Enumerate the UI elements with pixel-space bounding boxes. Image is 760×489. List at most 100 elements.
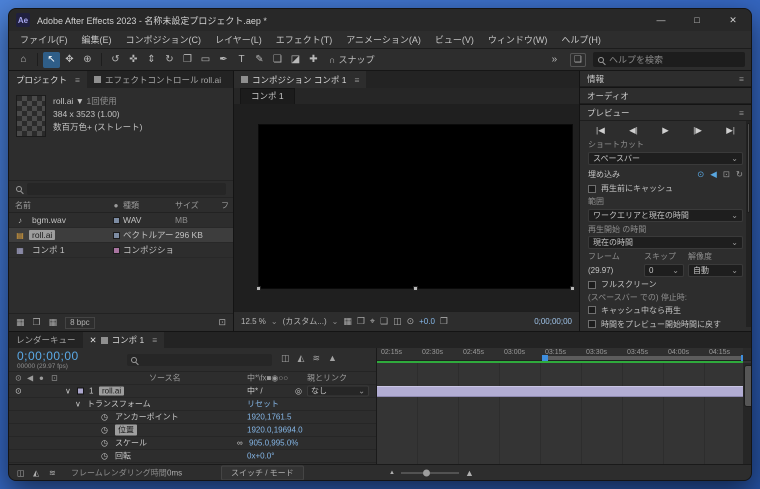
work-area-bar[interactable] [542, 355, 747, 361]
layer-row[interactable]: ⊙ ∨ 1 roll.ai 中* / ◎ なし ⌄ [9, 385, 376, 398]
puppet-pin-tool-icon[interactable]: ✚ [305, 52, 322, 68]
transform-group-row[interactable]: ∨ トランスフォーム リセット [9, 398, 376, 411]
parent-select[interactable]: なし ⌄ [307, 385, 369, 397]
stopwatch-icon[interactable]: ◷ [101, 452, 108, 461]
exposure-icon[interactable]: ⊙ [407, 316, 415, 327]
pan-camera-tool-icon[interactable]: ✜ [125, 52, 142, 68]
new-folder-icon[interactable]: ❐ [33, 317, 41, 328]
new-composition-icon[interactable]: ▦ [49, 317, 58, 328]
transparency-grid-icon[interactable]: ▦ [343, 316, 352, 327]
mask-visibility-icon[interactable]: ⌖ [370, 316, 375, 327]
pan-behind-tool-icon[interactable]: ❐ [179, 52, 196, 68]
viewer-timecode[interactable]: 0;00;00;00 [534, 317, 572, 326]
workspace-icon[interactable]: ❏ [569, 52, 586, 67]
position-label[interactable]: 位置 [115, 424, 137, 436]
anchor-point-label[interactable]: アンカーポイント [115, 412, 179, 423]
close-button[interactable]: ✕ [715, 9, 751, 31]
table-row[interactable]: ▦ コンポ 1 コンポジション [9, 243, 233, 258]
column-type[interactable]: 種類 [123, 200, 175, 211]
rotation-value[interactable]: 0x+0.0° [247, 452, 274, 461]
label-swatch[interactable] [112, 231, 120, 239]
exposure-value[interactable]: +0.0 [419, 317, 435, 326]
property-row-position[interactable]: ◷ 位置 1920.0,19694.0 [9, 424, 376, 437]
timeline-graph-area[interactable]: 02:15s 02:30s 02:45s 03:00s 03:15s 03:30… [377, 348, 751, 464]
panel-menu-icon[interactable]: ≡ [354, 75, 359, 85]
selection-handle[interactable] [570, 286, 575, 291]
selection-tool-icon[interactable]: ↖ [43, 51, 60, 68]
menu-window[interactable]: ウィンドウ(W) [481, 33, 555, 46]
snapshot-icon[interactable]: ❐ [440, 316, 448, 327]
layer-switches[interactable]: 中* / [247, 386, 263, 397]
current-time-display[interactable]: 0;00;00;00 [17, 349, 79, 363]
column-size[interactable]: サイズ [175, 200, 221, 211]
menu-composition[interactable]: コンポジション(C) [119, 33, 209, 46]
table-row-selected[interactable]: ▤ roll.ai ベクトルアート 296 KB [9, 228, 233, 243]
column-framerate[interactable]: フ [221, 200, 233, 211]
pen-tool-icon[interactable]: ✒ [215, 52, 232, 68]
first-frame-button[interactable]: |◀ [596, 125, 605, 136]
panel-menu-icon[interactable]: ≡ [75, 75, 80, 85]
panel-menu-icon[interactable]: ≡ [739, 108, 744, 118]
view-preset-value[interactable]: (カスタム...) [283, 316, 327, 327]
source-name-column[interactable]: ソース名 [149, 373, 181, 384]
tab-composition[interactable]: コンポジション コンポ 1 ≡ [234, 71, 367, 88]
menu-edit[interactable]: 編集(E) [75, 33, 119, 46]
shape-tool-icon[interactable]: ▭ [197, 52, 214, 68]
selection-handle[interactable] [412, 286, 418, 291]
tab-close-icon[interactable]: ✕ [90, 335, 97, 346]
scale-label[interactable]: スケール [115, 438, 147, 449]
shortcut-select[interactable]: スペースバー ⌄ [588, 152, 743, 166]
hand-tool-icon[interactable]: ✥ [61, 52, 78, 68]
info-panel-header[interactable]: 情報 ≡ [580, 71, 751, 87]
include-overlays-icon[interactable]: ⊡ [723, 169, 730, 180]
column-label[interactable]: ● [109, 201, 123, 210]
maximize-button[interactable]: □ [679, 9, 715, 31]
interpret-footage-icon[interactable]: ▦ [16, 317, 25, 328]
multi-view-icon[interactable]: ◫ [393, 316, 402, 327]
tab-effect-controls[interactable]: エフェクトコントロール roll.ai [87, 71, 228, 88]
play-button[interactable]: ▶ [662, 125, 669, 136]
stopwatch-icon[interactable]: ◷ [101, 439, 108, 448]
expand-layer-switches-icon[interactable]: ◫ [17, 468, 25, 477]
tab-project[interactable]: プロジェクト ≡ [9, 71, 87, 88]
switches-modes-button[interactable]: スイッチ / モード [221, 465, 304, 480]
motion-blur-icon[interactable]: ≋ [312, 353, 320, 364]
eraser-tool-icon[interactable]: ◪ [287, 52, 304, 68]
include-audio-icon[interactable]: ◀ [710, 169, 717, 180]
clone-stamp-tool-icon[interactable]: ❏ [269, 52, 286, 68]
property-row-rotation[interactable]: ◷ 回転 0x+0.0° [9, 450, 376, 463]
reset-link[interactable]: リセット [247, 399, 279, 410]
composition-mini-flowchart-icon[interactable]: ◫ [281, 353, 290, 364]
expand-in-out-icon[interactable]: ≋ [49, 468, 56, 477]
link-dimensions-icon[interactable]: ∞ [237, 439, 243, 448]
label-swatch[interactable] [112, 246, 120, 254]
selection-handle[interactable] [256, 286, 261, 291]
trash-icon[interactable]: ⊡ [218, 317, 226, 328]
panel-menu-icon[interactable]: ≡ [739, 74, 744, 84]
property-row-anchor-point[interactable]: ◷ アンカーポイント 1920,1761.5 [9, 411, 376, 424]
zoom-tool-icon[interactable]: ⊕ [79, 52, 96, 68]
layer-label-swatch[interactable] [77, 387, 84, 395]
shy-layers-icon[interactable]: ◭ [298, 353, 305, 364]
help-search-input[interactable]: ヘルプを検索 [593, 52, 745, 67]
menu-file[interactable]: ファイル(F) [13, 33, 75, 46]
region-of-interest-icon[interactable]: ❒ [357, 316, 365, 327]
minimize-button[interactable]: — [643, 9, 679, 31]
orbit-camera-tool-icon[interactable]: ↺ [107, 52, 124, 68]
3d-view-icon[interactable]: ❑ [380, 316, 388, 327]
switches-column[interactable]: 中*\fx■◉○○ [247, 373, 288, 384]
menu-view[interactable]: ビュー(V) [428, 33, 481, 46]
type-tool-icon[interactable]: T [233, 52, 250, 68]
timeline-search-input[interactable] [127, 354, 272, 366]
right-panel-scrollbar[interactable] [746, 121, 751, 327]
parent-link-column[interactable]: 親とリンク [307, 373, 347, 384]
next-frame-button[interactable]: |▶ [693, 125, 702, 136]
cache-before-playback-checkbox[interactable] [588, 184, 596, 193]
chevron-down-icon[interactable]: ⌄ [271, 317, 278, 326]
chevron-down-icon[interactable]: ⌄ [332, 317, 339, 326]
layer-twirl-icon[interactable]: ∨ [65, 387, 71, 396]
rotation-tool-icon[interactable]: ↻ [161, 52, 178, 68]
layer-duration-bar[interactable] [377, 386, 743, 397]
title-bar[interactable]: Ae Adobe After Effects 2023 - 名称未設定プロジェク… [9, 9, 751, 31]
previous-frame-button[interactable]: ◀| [629, 125, 638, 136]
